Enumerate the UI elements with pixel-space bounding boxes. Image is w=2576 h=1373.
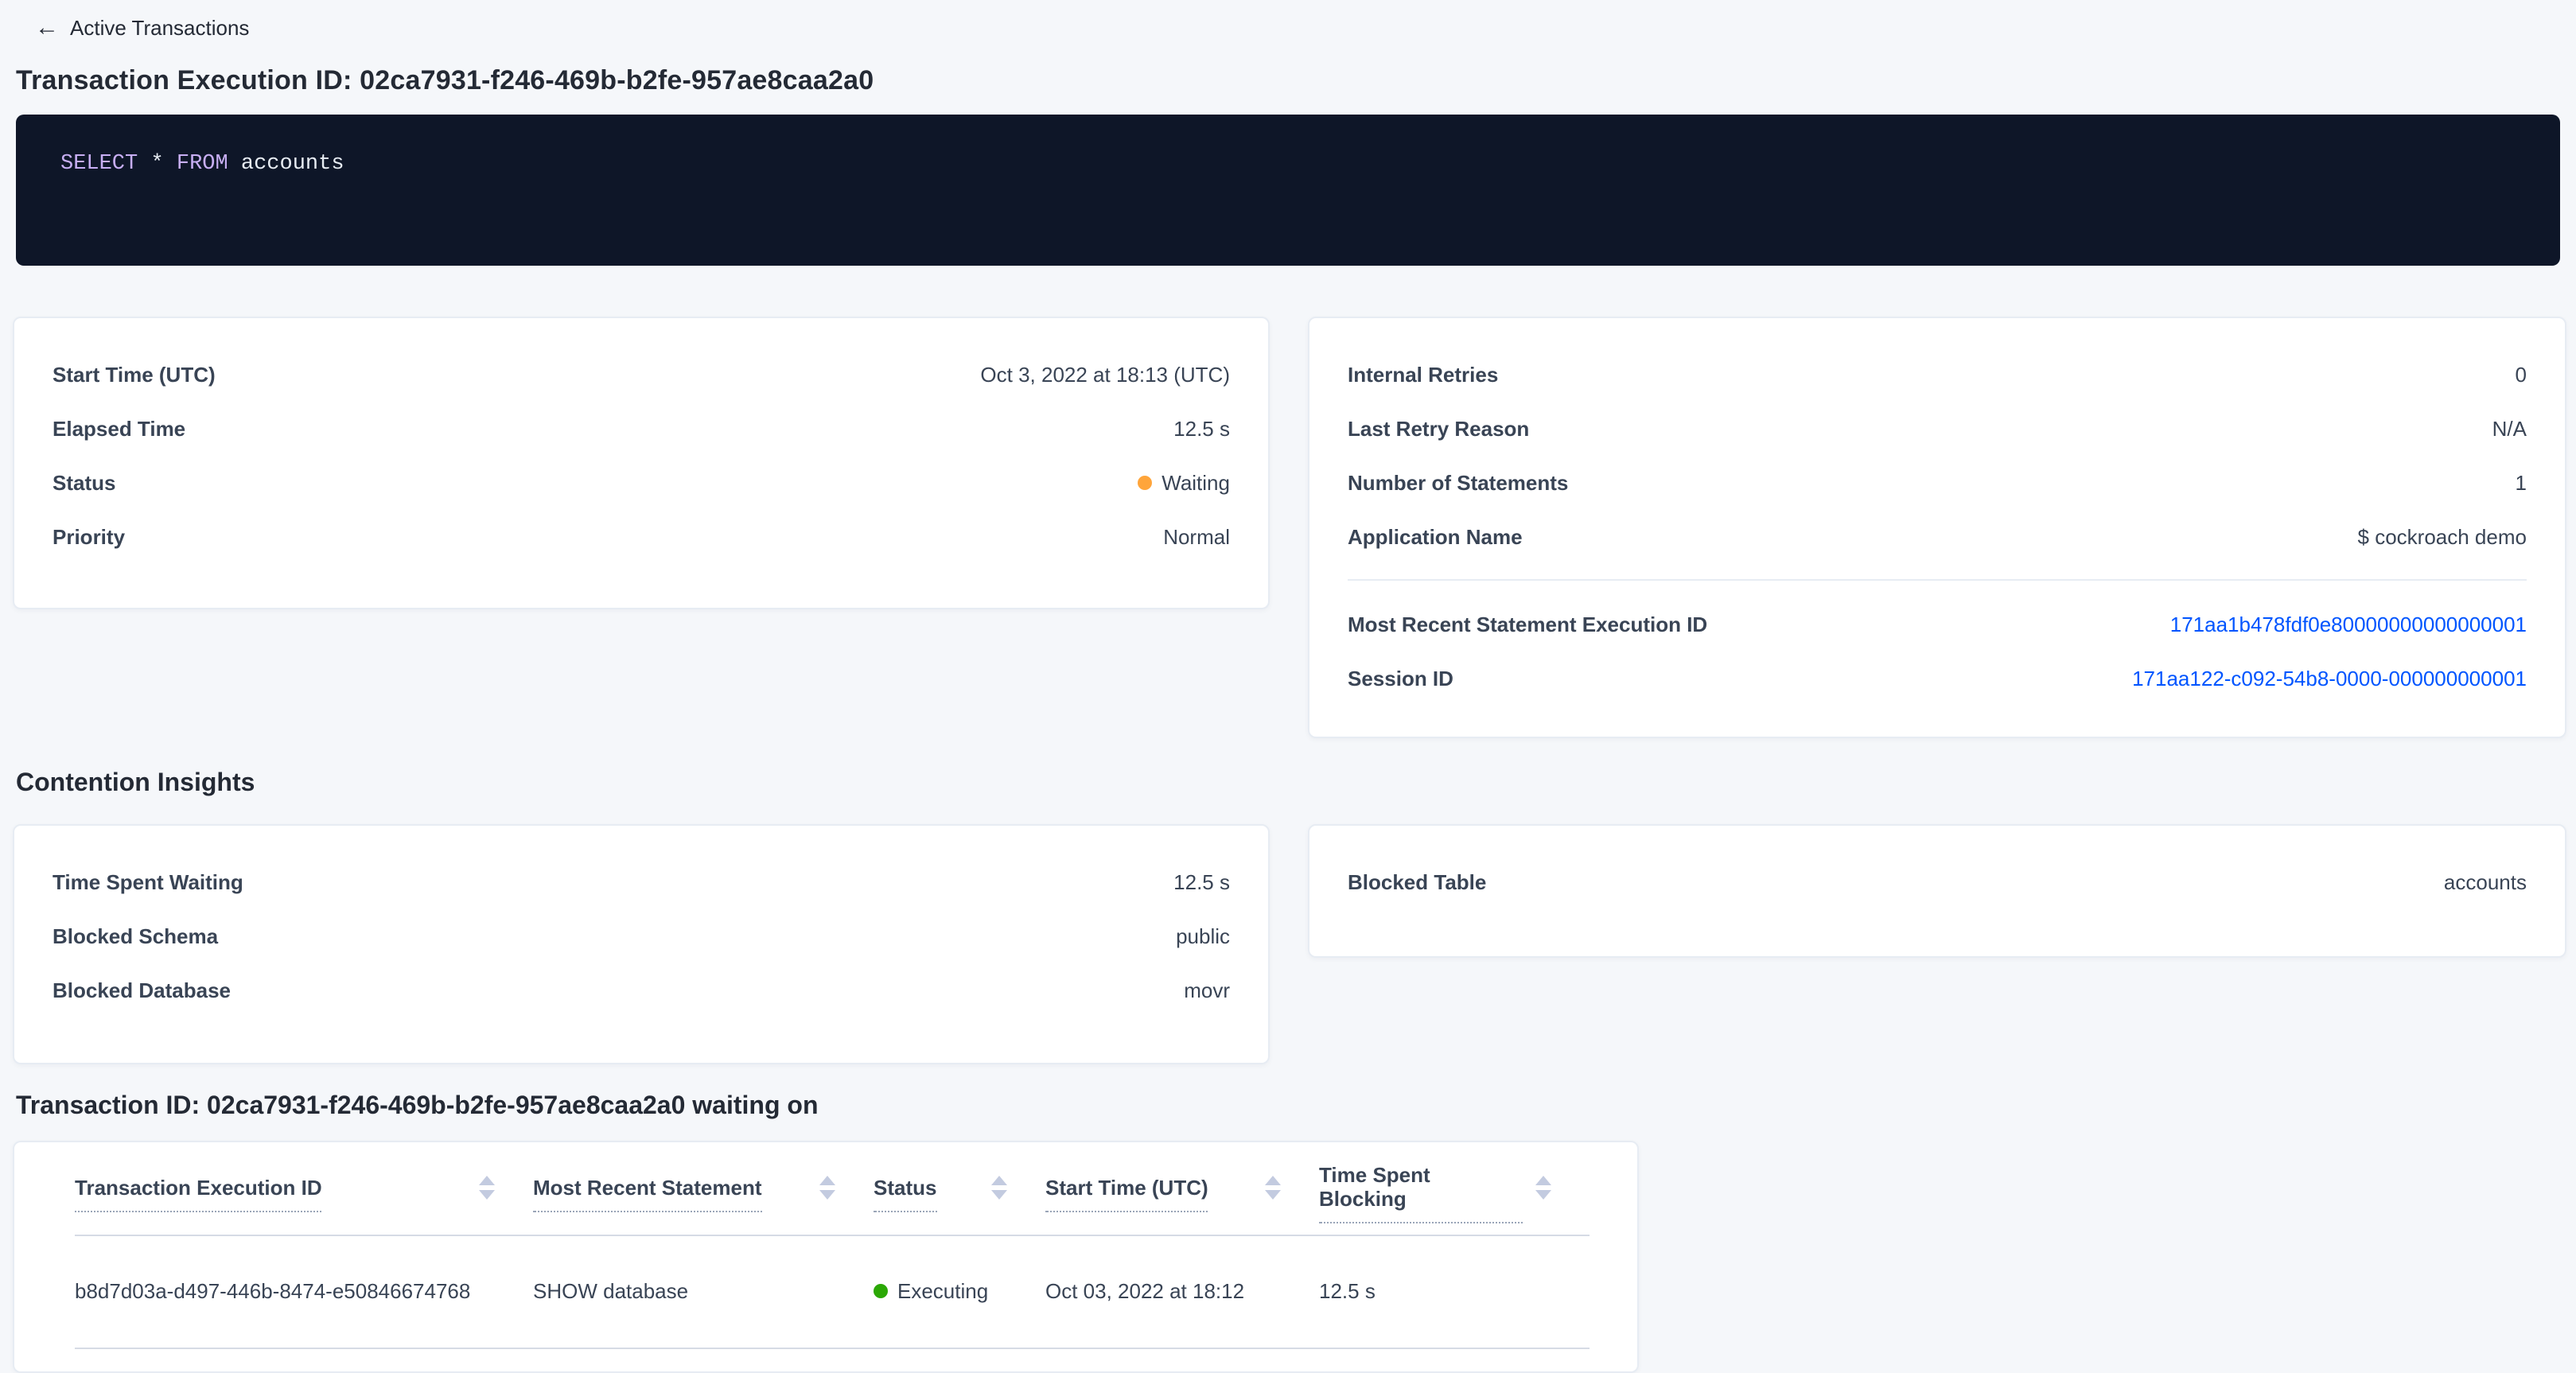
card-divider (1348, 579, 2527, 581)
blocked-schema-row: Blocked Schema public (53, 908, 1230, 963)
sort-down-icon (1265, 1191, 1281, 1200)
blocked-database-row: Blocked Database movr (53, 963, 1230, 1017)
statement-execution-id-row: Most Recent Statement Execution ID 171aa… (1348, 597, 2527, 651)
priority-row: Priority Normal (53, 509, 1230, 563)
blocked-table-row: Blocked Table accounts (1348, 854, 2527, 908)
sort-down-icon (1535, 1191, 1551, 1200)
sort-control-most-recent-statement[interactable] (807, 1177, 835, 1200)
sql-keyword-from: FROM (177, 153, 228, 177)
back-to-active-transactions-link[interactable]: ← Active Transactions (35, 16, 249, 40)
waiting-on-heading: Transaction ID: 02ca7931-f246-469b-b2fe-… (16, 1093, 2563, 1122)
start-time-value: Oct 3, 2022 at 18:13 (UTC) (980, 362, 1230, 386)
time-spent-waiting-label: Time Spent Waiting (53, 869, 243, 893)
cell-start-time: Oct 03, 2022 at 18:12 (1045, 1235, 1319, 1348)
priority-value: Normal (1163, 524, 1230, 548)
status-label: Status (53, 470, 115, 494)
sort-up-icon (479, 1177, 495, 1186)
last-retry-reason-value: N/A (2492, 416, 2527, 440)
executing-status-dot-icon (874, 1284, 888, 1298)
sort-control-transaction-execution-id[interactable] (466, 1177, 495, 1200)
last-retry-reason-label: Last Retry Reason (1348, 416, 1529, 440)
status-badge: Waiting (1138, 470, 1230, 494)
sort-control-status[interactable] (979, 1177, 1007, 1200)
internal-retries-value: 0 (2516, 362, 2527, 386)
elapsed-time-value: 12.5 s (1173, 416, 1230, 440)
sql-statement-box: SELECT * FROM accounts (16, 115, 2560, 266)
number-of-statements-label: Number of Statements (1348, 470, 1568, 494)
time-spent-waiting-row: Time Spent Waiting 12.5 s (53, 854, 1230, 908)
blocked-database-label: Blocked Database (53, 978, 231, 1002)
page-title: Transaction Execution ID: 02ca7931-f246-… (16, 65, 2563, 97)
cell-status: Executing (874, 1235, 1045, 1348)
sql-identifier: accounts (241, 153, 344, 177)
number-of-statements-value: 1 (2516, 470, 2527, 494)
internal-retries-row: Internal Retries 0 (1348, 347, 2527, 401)
cell-status-value: Executing (897, 1279, 988, 1303)
transaction-details-card: Start Time (UTC) Oct 3, 2022 at 18:13 (U… (13, 317, 1270, 609)
session-id-row: Session ID 171aa122-c092-54b8-0000-00000… (1348, 651, 2527, 705)
column-label-start-time[interactable]: Start Time (UTC) (1045, 1176, 1208, 1212)
internal-retries-label: Internal Retries (1348, 362, 1498, 386)
column-label-status[interactable]: Status (874, 1176, 936, 1212)
blocked-database-value: movr (1184, 978, 1230, 1002)
column-header-most-recent-statement: Most Recent Statement (533, 1142, 874, 1235)
cell-most-recent-statement: SHOW database (533, 1235, 874, 1348)
sort-control-time-spent-blocking[interactable] (1523, 1177, 1551, 1200)
column-label-transaction-execution-id[interactable]: Transaction Execution ID (75, 1176, 322, 1212)
waiting-status-dot-icon (1138, 475, 1152, 489)
table-header-row: Transaction Execution ID Most Recent Sta… (75, 1142, 1590, 1235)
table-row: b8d7d03a-d497-446b-8474-e50846674768 SHO… (75, 1235, 1590, 1348)
column-header-transaction-execution-id: Transaction Execution ID (75, 1142, 533, 1235)
cell-transaction-execution-id: b8d7d03a-d497-446b-8474-e50846674768 (75, 1235, 533, 1348)
column-label-most-recent-statement[interactable]: Most Recent Statement (533, 1176, 762, 1212)
sort-down-icon (819, 1191, 835, 1200)
elapsed-time-label: Elapsed Time (53, 416, 185, 440)
column-header-time-spent-blocking: Time Spent Blocking (1319, 1142, 1590, 1235)
sort-up-icon (1265, 1177, 1281, 1186)
sort-down-icon (479, 1191, 495, 1200)
column-header-start-time: Start Time (UTC) (1045, 1142, 1319, 1235)
sort-up-icon (819, 1177, 835, 1186)
cell-time-spent-blocking: 12.5 s (1319, 1235, 1590, 1348)
waiting-on-table-card: Transaction Execution ID Most Recent Sta… (13, 1141, 1639, 1373)
statement-execution-id-label: Most Recent Statement Execution ID (1348, 612, 1707, 636)
back-arrow-icon: ← (35, 16, 59, 40)
priority-label: Priority (53, 524, 125, 548)
application-name-row: Application Name $ cockroach demo (1348, 509, 2527, 563)
number-of-statements-row: Number of Statements 1 (1348, 455, 2527, 509)
blocked-table-card: Blocked Table accounts (1308, 824, 2566, 958)
sort-down-icon (991, 1191, 1007, 1200)
start-time-row: Start Time (UTC) Oct 3, 2022 at 18:13 (U… (53, 347, 1230, 401)
back-link-label: Active Transactions (70, 16, 249, 40)
contention-cards-row: Time Spent Waiting 12.5 s Blocked Schema… (13, 824, 2563, 1064)
blocked-schema-value: public (1176, 924, 1230, 947)
start-time-label: Start Time (UTC) (53, 362, 216, 386)
last-retry-reason-row: Last Retry Reason N/A (1348, 401, 2527, 455)
session-id-label: Session ID (1348, 666, 1453, 690)
application-name-label: Application Name (1348, 524, 1523, 548)
application-name-value: $ cockroach demo (2358, 524, 2527, 548)
waiting-on-table: Transaction Execution ID Most Recent Sta… (75, 1142, 1590, 1348)
column-header-status: Status (874, 1142, 1045, 1235)
sql-keyword-select: SELECT (60, 153, 138, 177)
status-row: Status Waiting (53, 455, 1230, 509)
session-id-link[interactable]: 171aa122-c092-54b8-0000-000000000001 (2132, 666, 2527, 690)
transaction-details-page: ← Active Transactions Transaction Execut… (0, 0, 2576, 1365)
sort-up-icon (991, 1177, 1007, 1186)
contention-details-card: Time Spent Waiting 12.5 s Blocked Schema… (13, 824, 1270, 1064)
time-spent-waiting-value: 12.5 s (1173, 869, 1230, 893)
contention-insights-heading: Contention Insights (16, 770, 2563, 799)
sort-up-icon (1535, 1177, 1551, 1186)
blocked-schema-label: Blocked Schema (53, 924, 218, 947)
execution-details-card: Internal Retries 0 Last Retry Reason N/A… (1308, 317, 2566, 738)
elapsed-time-row: Elapsed Time 12.5 s (53, 401, 1230, 455)
summary-cards-row: Start Time (UTC) Oct 3, 2022 at 18:13 (U… (13, 317, 2563, 738)
sql-star: * (150, 153, 163, 177)
status-value: Waiting (1162, 470, 1230, 494)
blocked-table-label: Blocked Table (1348, 869, 1486, 893)
sort-control-start-time[interactable] (1252, 1177, 1281, 1200)
statement-execution-id-link[interactable]: 171aa1b478fdf0e80000000000000001 (2170, 612, 2527, 636)
column-label-time-spent-blocking[interactable]: Time Spent Blocking (1319, 1164, 1523, 1224)
blocked-table-value: accounts (2444, 869, 2527, 893)
